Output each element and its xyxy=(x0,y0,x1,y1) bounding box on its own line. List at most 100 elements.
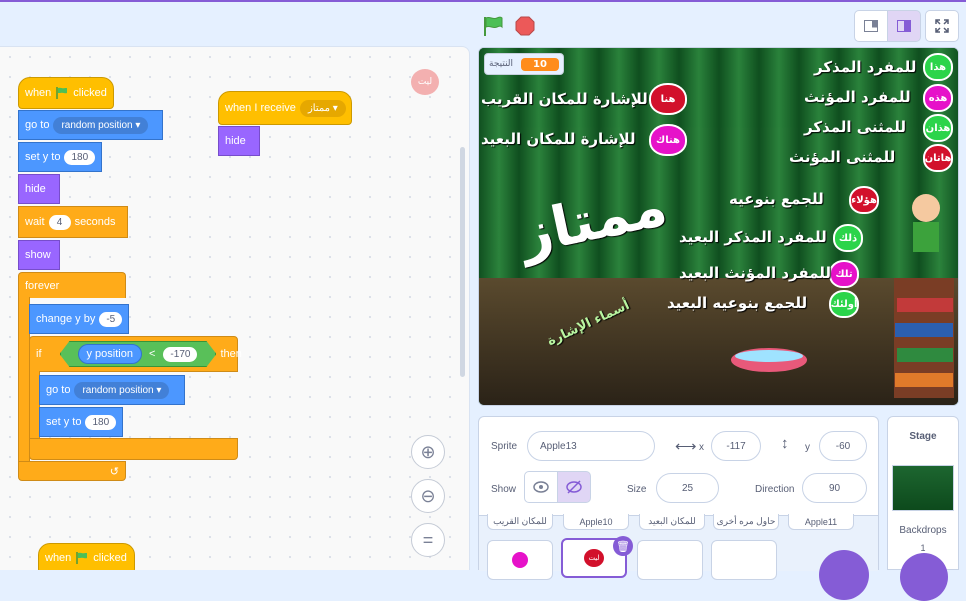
sprite-label: Sprite xyxy=(491,441,518,452)
direction-value: 90 xyxy=(828,482,841,494)
show-block[interactable]: show xyxy=(18,240,60,270)
set-y-input[interactable]: 180 xyxy=(85,414,117,430)
go-to-dropdown[interactable]: random position ▾ xyxy=(74,381,170,399)
large-stage-button[interactable] xyxy=(887,10,921,42)
apple-sprite[interactable]: هذان xyxy=(923,114,953,142)
sprite-tile[interactable]: Apple10 xyxy=(563,514,629,530)
less-than-operator[interactable]: y position < -170 xyxy=(60,341,217,367)
sprite-list: للمكان القريب Apple10 للمكان البعيد حاول… xyxy=(479,514,878,600)
forever-block[interactable]: forever xyxy=(18,272,126,298)
size-input[interactable]: 25 xyxy=(656,473,719,503)
small-stage-button[interactable] xyxy=(854,10,888,42)
x-arrows-icon: ⟷ xyxy=(675,438,697,455)
stage-selector-panel[interactable]: Stage Backdrops 1 xyxy=(887,416,959,601)
go-to-block[interactable]: go to random position ▾ xyxy=(39,375,185,405)
block-text: when I receive xyxy=(225,102,296,114)
stop-icon[interactable] xyxy=(515,16,535,36)
if-block[interactable]: if y position < -170 then xyxy=(29,336,242,372)
stage-text: للمثنى المذكر xyxy=(804,118,907,136)
apple-sprite[interactable]: تلك xyxy=(829,260,859,288)
hide-block[interactable]: hide xyxy=(18,174,60,204)
show-sprite-button[interactable] xyxy=(524,471,558,503)
block-text: set y to xyxy=(25,151,61,163)
stage-text: للجمع بنوعيه xyxy=(729,190,824,208)
zoom-in-button[interactable]: ⊕ xyxy=(411,435,445,469)
change-y-input[interactable]: -5 xyxy=(99,311,123,327)
apple-sprite[interactable]: ذلك xyxy=(833,224,863,252)
block-text: when xyxy=(25,87,52,99)
vertical-scrollbar[interactable] xyxy=(460,147,465,377)
monitor-value: 10 xyxy=(521,57,559,71)
loop-arrow-icon: ↺ xyxy=(109,465,119,478)
set-y-block[interactable]: set y to 180 xyxy=(18,142,102,172)
y-input[interactable]: -60 xyxy=(819,431,867,461)
block-text: hide xyxy=(25,183,46,195)
when-flag-clicked-block[interactable]: when clicked xyxy=(18,77,114,109)
sprite-tile-label: للمكان القريب xyxy=(493,516,547,526)
stage-text: للمفرد المؤنث xyxy=(804,88,911,106)
set-y-block[interactable]: set y to 180 xyxy=(39,407,123,437)
apple-label: ذلك xyxy=(838,232,858,244)
apple-sprite[interactable]: هذا xyxy=(923,53,953,81)
fullscreen-button[interactable] xyxy=(925,10,959,42)
go-to-dropdown[interactable]: random position ▾ xyxy=(53,116,149,134)
sprite-tile[interactable] xyxy=(487,540,553,580)
sprite-tile[interactable]: للمكان البعيد xyxy=(639,514,705,530)
block-text: if xyxy=(36,348,42,360)
size-label: Size xyxy=(627,484,647,495)
green-flag-icon[interactable] xyxy=(482,15,504,37)
x-input[interactable]: -117 xyxy=(711,431,761,461)
apple-sprite[interactable]: هناك xyxy=(649,124,687,156)
block-text: show xyxy=(25,249,51,261)
wait-block[interactable]: wait 4 seconds xyxy=(18,206,128,238)
set-y-input[interactable]: 180 xyxy=(64,149,96,165)
sprite-name-input[interactable]: Apple13 xyxy=(527,431,655,461)
block-text: clicked xyxy=(93,552,127,564)
sprite-thumbnail: ليت xyxy=(411,69,439,95)
apple-thumb-icon xyxy=(512,552,528,568)
sprite-tile-label: Apple11 xyxy=(804,516,838,527)
when-i-receive-block[interactable]: when I receive ممتاز ▾ xyxy=(218,91,352,125)
stage-text: للمثنى المؤنث xyxy=(789,148,896,166)
sprite-tile[interactable]: للمكان القريب xyxy=(487,514,553,530)
apple-sprite[interactable]: هؤلاء xyxy=(849,186,879,214)
apple-sprite[interactable]: هنا xyxy=(649,83,687,115)
dropdown-value: random position xyxy=(82,384,154,396)
stage-text: للجمع بنوعيه البعيد xyxy=(667,294,808,312)
delete-sprite-icon[interactable]: 🗑 xyxy=(613,536,633,556)
go-to-block[interactable]: go to random position ▾ xyxy=(18,110,163,140)
score-monitor[interactable]: النتيجة 10 xyxy=(484,53,564,75)
y-value: -60 xyxy=(835,440,851,452)
dropdown-value: ممتاز xyxy=(307,102,330,114)
direction-input[interactable]: 90 xyxy=(802,473,867,503)
choose-sprite-button[interactable] xyxy=(819,550,869,600)
hide-block[interactable]: hide xyxy=(218,126,260,156)
apple-sprite[interactable]: أولئك xyxy=(829,290,859,318)
receive-dropdown[interactable]: ممتاز ▾ xyxy=(299,99,346,117)
sprite-tile[interactable] xyxy=(637,540,703,580)
top-bar xyxy=(0,0,966,46)
large-stage-icon xyxy=(897,20,911,32)
zoom-out-button[interactable]: ⊖ xyxy=(411,479,445,513)
code-area[interactable]: when clicked go to random position ▾ set y… xyxy=(0,46,470,570)
stage-canvas[interactable]: النتيجة 10 هذا للمفرد المذكر هذه للمفرد ا… xyxy=(478,47,959,406)
wait-input[interactable]: 4 xyxy=(48,214,71,230)
sprite-tile[interactable]: Apple11 xyxy=(788,514,854,530)
sprite-tile[interactable] xyxy=(711,540,777,580)
y-position-reporter[interactable]: y position xyxy=(78,344,142,364)
zoom-reset-button[interactable]: = xyxy=(411,523,445,557)
apple-sprite[interactable]: هذه xyxy=(923,84,953,112)
hide-sprite-button[interactable] xyxy=(557,471,591,503)
sprite-tile[interactable]: حاول مره أخرى xyxy=(713,514,779,530)
sprite-thumb-text: ليت xyxy=(417,77,433,87)
stage-thumbnail[interactable] xyxy=(892,465,954,511)
sprite-tile-label: حاول مره أخرى xyxy=(716,516,776,526)
compare-input[interactable]: -170 xyxy=(163,347,197,362)
block-text: then xyxy=(220,348,242,360)
choose-backdrop-button[interactable] xyxy=(900,553,948,601)
when-flag-clicked-block[interactable]: when clicked xyxy=(38,543,135,570)
change-y-block[interactable]: change y by -5 xyxy=(29,304,129,334)
apple-sprite[interactable]: هاتان xyxy=(923,144,953,172)
apple-label: هناك xyxy=(656,134,680,146)
block-text: when xyxy=(45,552,72,564)
